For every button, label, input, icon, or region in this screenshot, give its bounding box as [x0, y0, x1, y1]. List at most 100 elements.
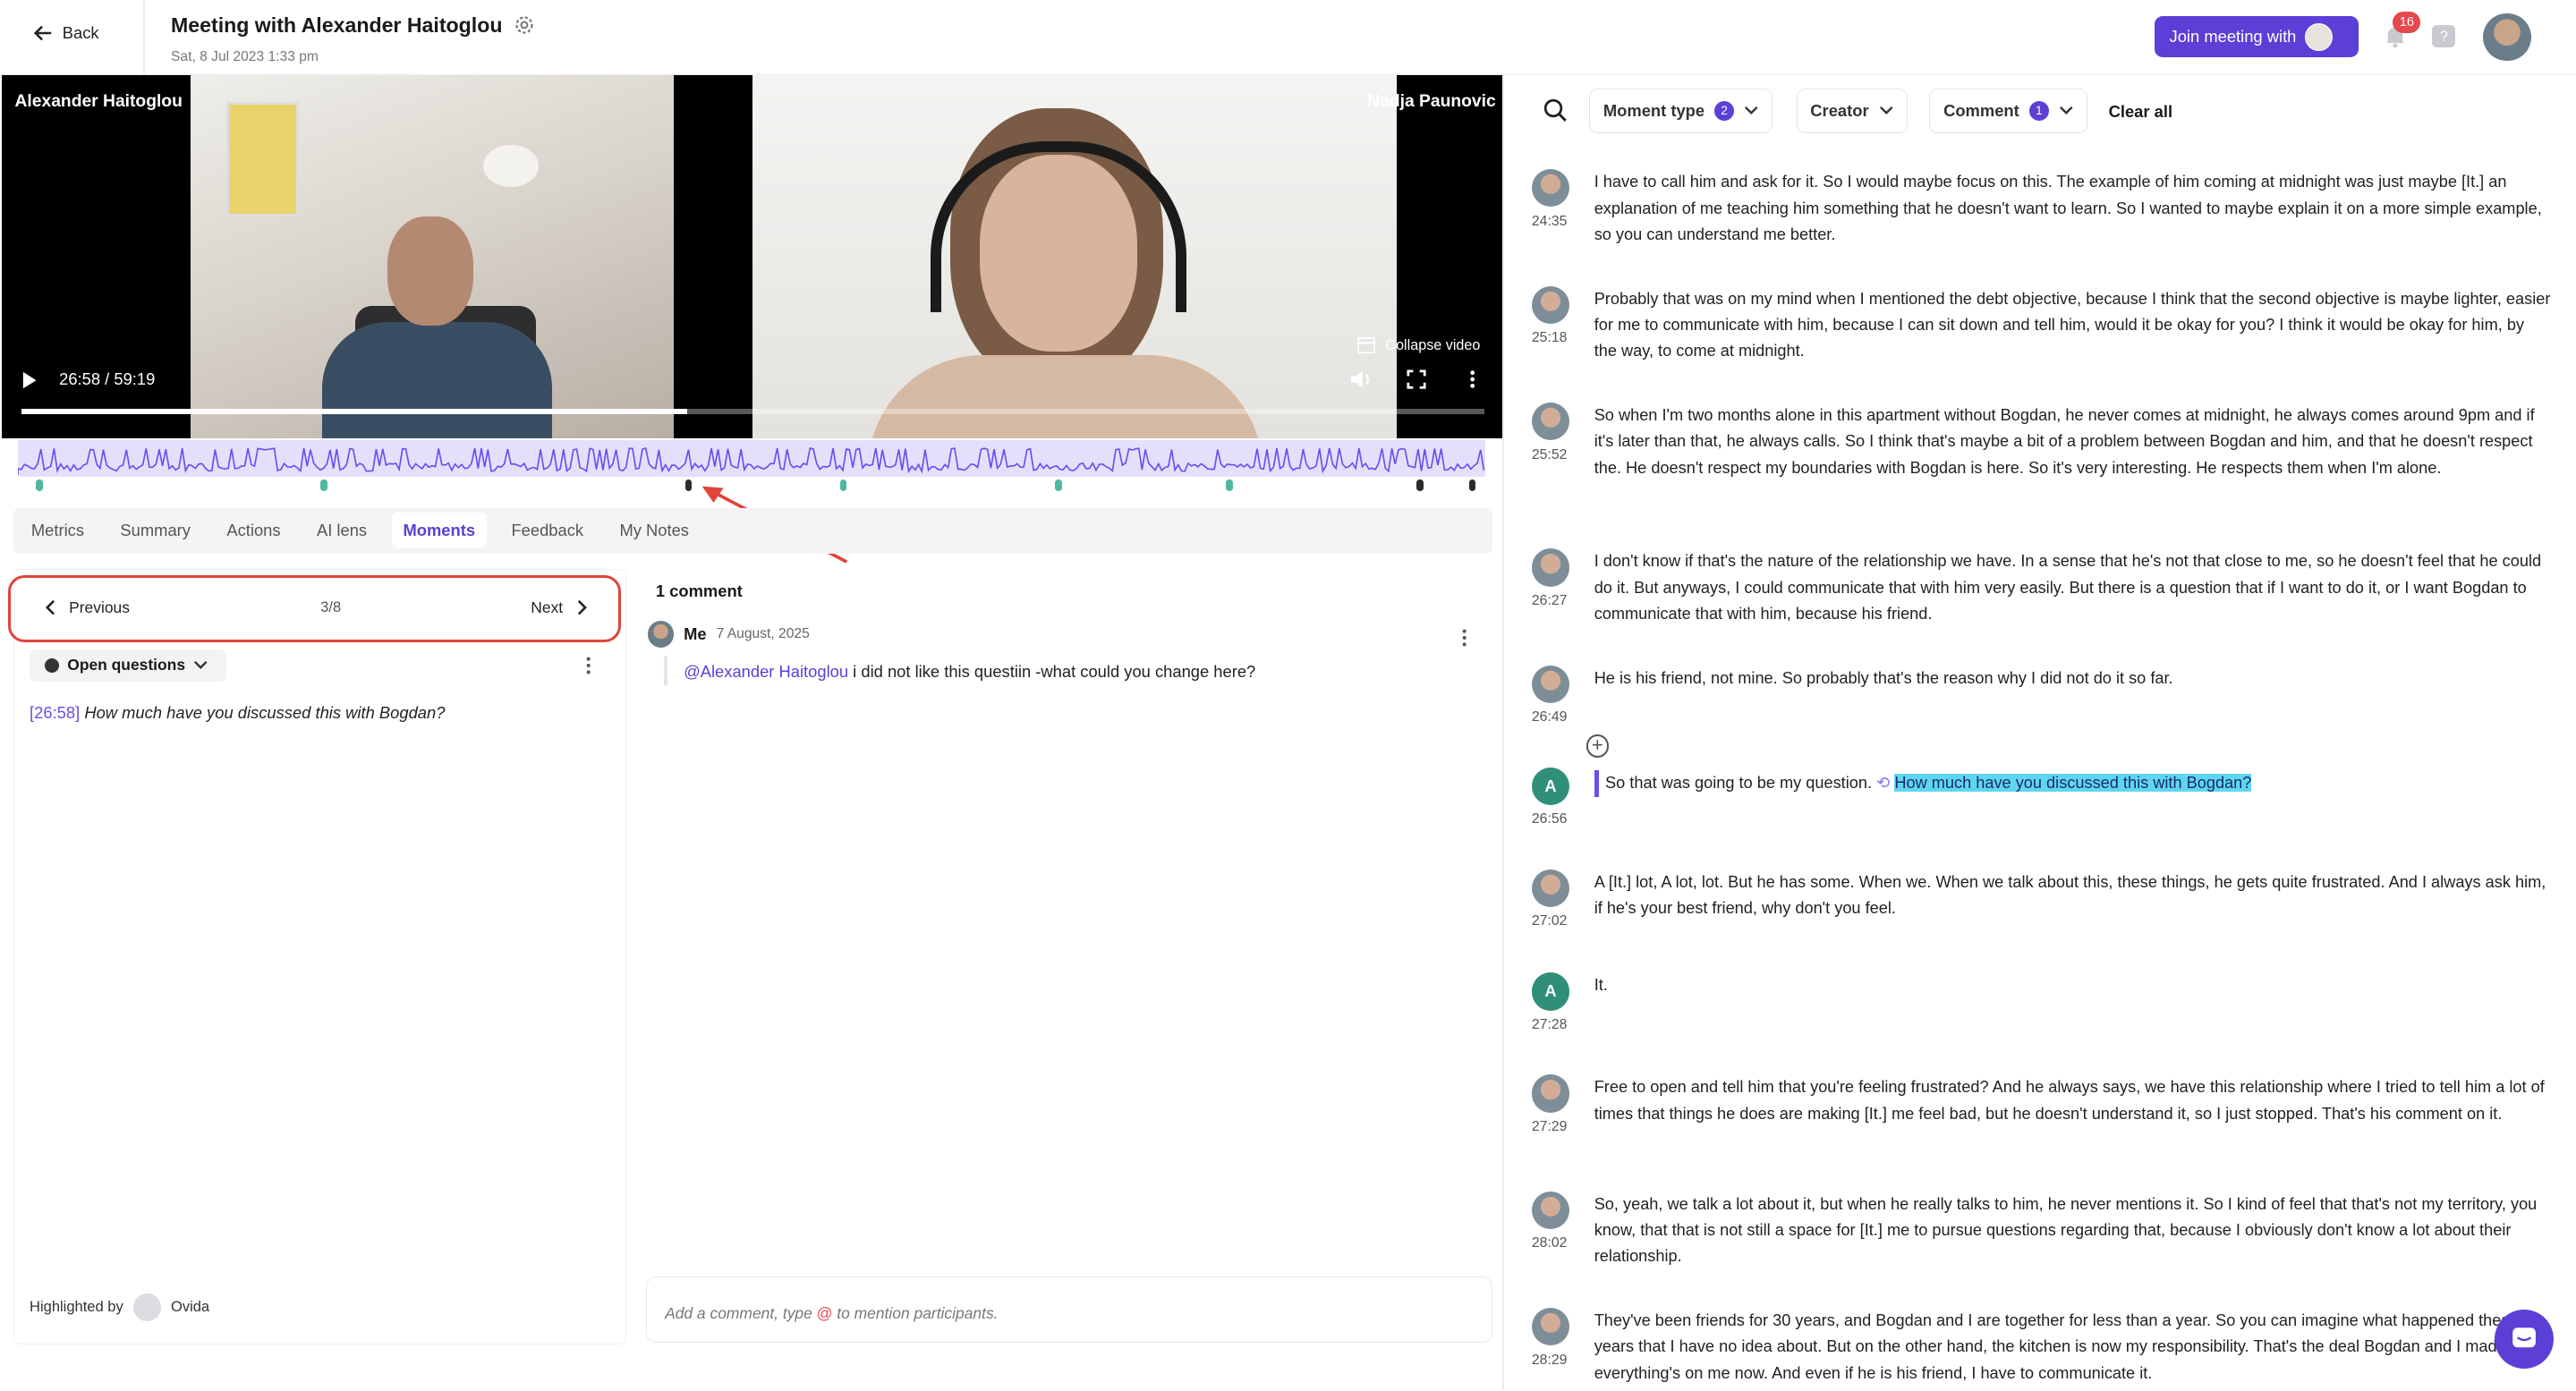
moment-type-filter[interactable]: Moment type 2 — [1589, 89, 1773, 133]
transcript-timestamp[interactable]: 28:29 — [1532, 1353, 1568, 1369]
comment-filter[interactable]: Comment 1 — [1929, 89, 2088, 133]
moment-type-filter-label: Moment type — [1603, 100, 1705, 120]
question-moment-icon: ⟲ — [1876, 774, 1895, 793]
chat-support-button[interactable] — [2495, 1309, 2555, 1370]
back-button[interactable]: Back — [33, 23, 99, 43]
speaker-body — [867, 354, 1262, 439]
tab-feedback[interactable]: Feedback — [500, 513, 595, 548]
transcript-timestamp[interactable]: 27:02 — [1532, 913, 1568, 929]
transcript-timestamp[interactable]: 25:52 — [1532, 447, 1568, 463]
tab-my-notes[interactable]: My Notes — [608, 513, 701, 548]
more-vertical-icon[interactable] — [585, 656, 591, 675]
moment-marker[interactable] — [1469, 479, 1476, 492]
comment-mention[interactable]: @Alexander Haitoglou — [684, 662, 848, 681]
waveform-graph — [17, 447, 1485, 475]
gear-icon[interactable] — [514, 14, 535, 36]
comment-thread-line — [664, 655, 667, 685]
speaker-avatar — [1531, 548, 1570, 587]
comment-author-avatar — [647, 621, 675, 648]
collapse-icon — [1357, 336, 1376, 354]
moment-question: [26:58] How much have you discussed this… — [30, 703, 445, 723]
moment-question-text: How much have you discussed this with Bo… — [84, 703, 446, 723]
more-vertical-icon[interactable] — [1469, 369, 1475, 389]
moment-marker[interactable] — [1055, 479, 1062, 492]
panel-splitter[interactable] — [1501, 75, 1504, 1390]
collapse-video-button[interactable]: Collapse video — [1357, 337, 1480, 354]
speaker-avatar — [1531, 1308, 1570, 1346]
audio-waveform[interactable] — [17, 440, 1486, 477]
moment-panel — [13, 568, 626, 1344]
fullscreen-icon[interactable] — [1407, 369, 1426, 389]
add-moment-button[interactable]: + — [1586, 734, 1610, 758]
transcript-text: A [It.] lot, A lot, lot. But he has some… — [1594, 872, 2546, 918]
speaker-avatar — [1531, 403, 1570, 441]
transcript-text: They've been friends for 30 years, and B… — [1594, 1311, 2541, 1382]
comment-placeholder-b: to mention participants. — [832, 1303, 999, 1322]
moment-type-label: Open questions — [67, 656, 186, 674]
moment-marker-active[interactable] — [684, 479, 693, 492]
tab-moments[interactable]: Moments — [391, 513, 487, 549]
speaker-head — [387, 216, 473, 326]
transcript-timestamp[interactable]: 28:02 — [1532, 1235, 1568, 1251]
moment-marker[interactable] — [1416, 479, 1424, 492]
transcript-timestamp[interactable]: 27:28 — [1532, 1017, 1568, 1033]
transcript-timestamp[interactable]: 25:18 — [1532, 330, 1568, 346]
transcript-timestamp[interactable]: 26:27 — [1532, 593, 1568, 609]
transcript-text: I don't know if that's the nature of the… — [1594, 552, 2542, 623]
clear-all-button[interactable]: Clear all — [2109, 102, 2172, 122]
transcript-text: So when I'm two months alone in this apa… — [1594, 406, 2535, 477]
tab-ai-lens[interactable]: AI lens — [305, 513, 378, 548]
transcript-timestamp[interactable]: 26:56 — [1532, 811, 1568, 827]
moment-marker[interactable] — [320, 479, 327, 492]
chevron-down-icon — [194, 661, 208, 670]
moment-timestamp-link[interactable]: [26:58] — [30, 703, 80, 722]
meeting-date: Sat, 8 Jul 2023 1:33 pm — [171, 49, 319, 65]
chat-icon — [2512, 1327, 2537, 1348]
meeting-title-text: Meeting with Alexander Haitoglou — [171, 13, 503, 37]
moment-type-dropdown[interactable]: Open questions — [30, 649, 227, 683]
play-icon[interactable] — [21, 371, 38, 389]
comment-date: 7 August, 2025 — [716, 625, 810, 641]
video-player[interactable]: Alexander Haitoglou Nadja Paunovic Colla… — [1, 75, 1502, 439]
speaker-avatar: A — [1531, 767, 1570, 806]
notification-badge: 16 — [2393, 11, 2421, 33]
more-vertical-icon[interactable] — [1461, 628, 1467, 648]
video-progress-fill — [21, 409, 687, 414]
transcript-timestamp[interactable]: 26:49 — [1532, 709, 1568, 725]
highlighter-name: Ovida — [170, 1298, 210, 1316]
volume-icon[interactable] — [1349, 369, 1371, 389]
tab-actions[interactable]: Actions — [216, 513, 293, 548]
speaker-avatar — [1531, 665, 1570, 704]
moment-marker[interactable] — [1226, 479, 1233, 492]
tab-summary[interactable]: Summary — [109, 513, 202, 548]
next-button[interactable]: Next — [531, 598, 587, 617]
transcript-text: So, yeah, we talk a lot about it, but wh… — [1594, 1194, 2538, 1266]
transcript-timestamp[interactable]: 27:29 — [1532, 1119, 1568, 1135]
comment-text: i did not like this questiin -what could… — [848, 662, 1256, 682]
moment-counter: 3/8 — [320, 598, 342, 615]
arrow-left-icon — [33, 25, 51, 40]
video-progress-bar[interactable] — [21, 409, 1484, 414]
speaker-avatar: A — [1531, 972, 1570, 1011]
user-avatar[interactable] — [2483, 13, 2531, 61]
highlighted-question[interactable]: How much have you discussed this with Bo… — [1894, 774, 2252, 793]
tab-bar: Metrics Summary Actions AI lens Moments … — [13, 507, 1492, 554]
comment-body: @Alexander Haitoglou i did not like this… — [684, 662, 1255, 682]
chevron-down-icon — [2059, 106, 2073, 115]
comment-placeholder-at: @ — [816, 1303, 833, 1322]
join-meeting-label: Join meeting with — [2169, 27, 2297, 47]
join-meeting-button[interactable]: Join meeting with — [2155, 16, 2359, 58]
tab-metrics[interactable]: Metrics — [20, 513, 96, 548]
comment-author: Me — [684, 623, 707, 643]
help-icon[interactable]: ? — [2432, 24, 2456, 48]
previous-button[interactable]: Previous — [45, 598, 130, 617]
comment-filter-count: 1 — [2028, 100, 2049, 121]
transcript-timestamp[interactable]: 24:35 — [1532, 214, 1568, 230]
moment-marker[interactable] — [36, 479, 43, 492]
comment-header: Me 7 August, 2025 — [647, 621, 810, 648]
search-icon[interactable] — [1543, 98, 1569, 123]
creator-filter[interactable]: Creator — [1796, 89, 1908, 133]
add-comment-input[interactable]: Add a comment, type @ to mention partici… — [645, 1276, 1492, 1343]
participant-avatar — [2304, 22, 2333, 51]
left-participant-name: Alexander Haitoglou — [14, 91, 183, 111]
